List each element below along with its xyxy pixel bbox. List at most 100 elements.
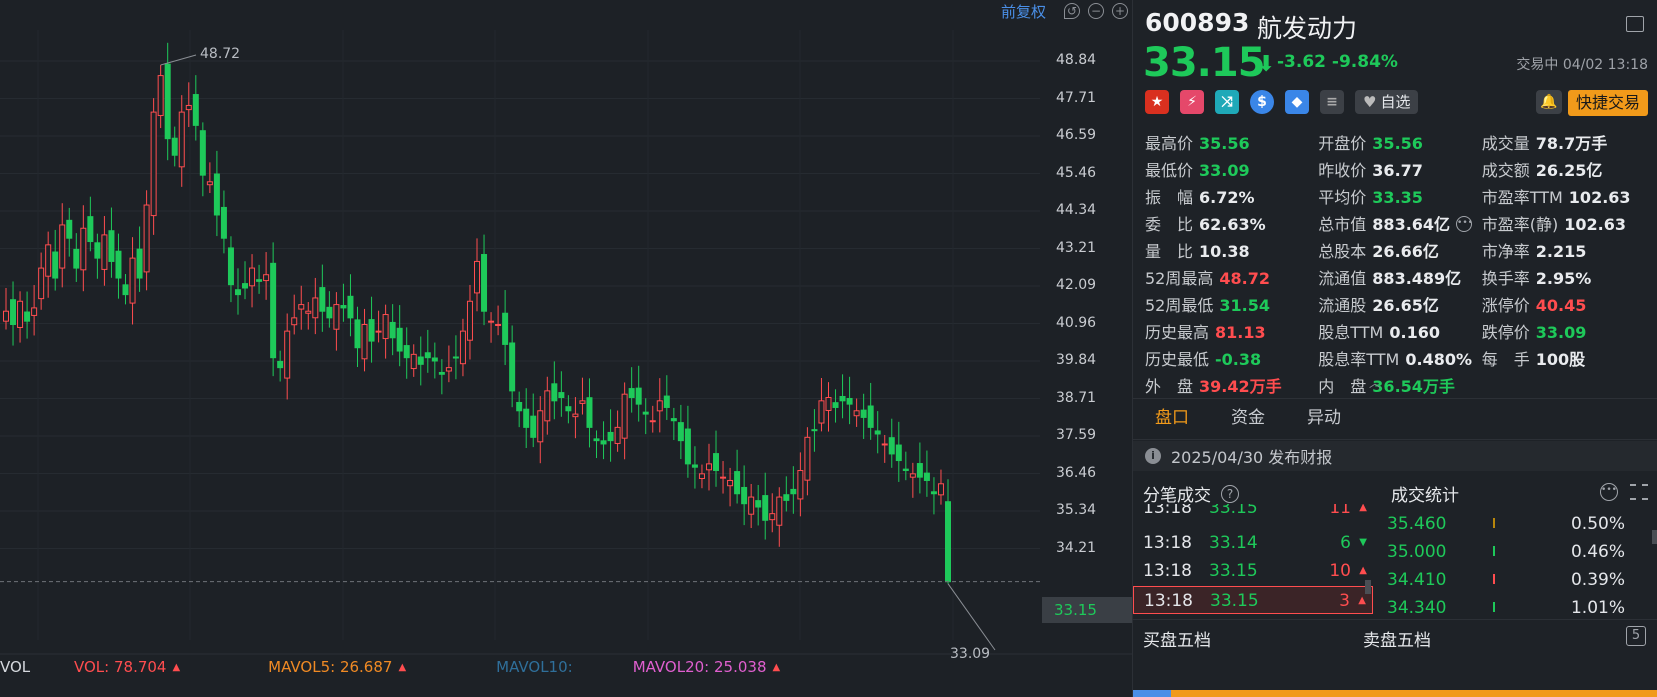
tab-funds[interactable]: 资金 <box>1209 399 1285 439</box>
stat-cell: 股息TTM 0.160 <box>1318 319 1481 346</box>
volume-stat-row[interactable]: 35.460 0.50% <box>1383 510 1653 538</box>
candle-body <box>572 413 579 418</box>
zoom-out-icon[interactable]: − <box>1088 3 1104 19</box>
tick-row[interactable]: 13:18 33.14 6 ▼ <box>1133 529 1373 557</box>
candle-body <box>558 392 565 399</box>
zoom-in-icon[interactable]: + <box>1112 3 1128 19</box>
list-icon[interactable] <box>1630 484 1648 500</box>
tick-volume: 3 <box>1339 591 1350 611</box>
help-icon[interactable]: ? <box>1221 484 1239 503</box>
vstat-price: 35.460 <box>1387 514 1447 534</box>
stat-cell: 委 比 62.63% <box>1145 211 1318 238</box>
stat-cell: 市盈率(静) 102.63 <box>1482 211 1655 238</box>
tick-row[interactable]: 13:18 33.15 3 ▲ <box>1133 586 1373 614</box>
candle-body <box>94 242 101 259</box>
volume-stat-row[interactable]: 34.340 1.01% <box>1383 594 1653 616</box>
tick-price: 33.15 <box>1210 591 1259 611</box>
candle-body <box>846 397 853 405</box>
volume-stat-row[interactable]: 34.410 0.39% <box>1383 566 1653 594</box>
stat-label: 外 盘 <box>1145 377 1194 396</box>
vol-prefix[interactable]: VOL <box>0 658 40 676</box>
connect-icon[interactable]: ⤨ <box>1215 90 1239 114</box>
candle-body <box>621 393 628 439</box>
stat-cell: 换手率 2.95% <box>1482 265 1655 292</box>
candle-body <box>607 431 614 442</box>
watchlist-label: 自选 <box>1380 93 1411 111</box>
candle-body <box>73 248 80 269</box>
mavol20-value: MAVOL20: 25.038 <box>632 658 767 676</box>
buy-five-tab[interactable]: 买盘五档 <box>1143 626 1211 651</box>
earnings-notice[interactable]: i 2025/04/30 发布财报 <box>1133 441 1657 471</box>
ticks-scrollbar[interactable] <box>1365 580 1371 594</box>
more-icon[interactable]: ••• <box>1600 483 1618 501</box>
margin-trading-icon[interactable]: ⚡ <box>1180 90 1204 114</box>
candle-body <box>663 395 670 408</box>
stats-row: 历史最低 -0.38 股息率TTM 0.480% 每 手 100股 <box>1145 346 1655 373</box>
collapse-chevron-icon[interactable]: ︿ <box>1369 374 1381 391</box>
candle-body <box>291 317 298 326</box>
tag-icon[interactable]: ◆ <box>1285 90 1309 114</box>
stat-cell: 市盈率TTM 102.63 <box>1482 184 1655 211</box>
undo-icon[interactable]: ↺ <box>1064 3 1080 19</box>
stats-row: 振 幅 6.72% 平均价 33.35 市盈率TTM 102.63 <box>1145 184 1655 211</box>
candle-body <box>945 501 951 583</box>
feature-icons: ★ ⚡ ⤨ $ ◆ ≡ ♥ 自选 <box>1145 90 1419 114</box>
note-icon[interactable]: ≡ <box>1320 90 1344 114</box>
add-watchlist-button[interactable]: ♥ 自选 <box>1355 90 1419 114</box>
candle-body <box>586 397 593 428</box>
order-book-tabs: 买盘五档 卖盘五档 5 <box>1133 619 1657 656</box>
price-change: -3.62 -9.84% <box>1277 52 1398 72</box>
volume-stat-row[interactable]: 35.000 0.46% <box>1383 538 1653 566</box>
stat-cell: 历史最高 81.13 <box>1145 319 1318 346</box>
quick-trade-button[interactable]: 快捷交易 <box>1567 90 1648 116</box>
down-arrow-icon: ▼ <box>1359 537 1367 548</box>
volume-stats-list[interactable]: 35.460 0.50% 35.000 0.46% 34.410 0.39% 34.340 1… <box>1383 510 1653 616</box>
chart-toolbar: 前复权 ↺ − + <box>1001 0 1132 22</box>
candle-body <box>277 360 284 369</box>
candle-body <box>115 250 122 279</box>
tab-movements[interactable]: 异动 <box>1285 399 1361 439</box>
restore-rights-toggle[interactable]: 前复权 <box>1001 1 1046 22</box>
ticks-list[interactable]: 13:18 33.15 11 ▲ 13:18 33.14 6 ▼ 13:18 33.15 10 ▲ 13… <box>1133 504 1373 616</box>
tick-row[interactable]: 13:18 33.15 10 ▲ <box>1133 557 1373 585</box>
tab-pankou[interactable]: 盘口 <box>1133 399 1209 439</box>
candle-body <box>825 397 832 411</box>
candle-body <box>410 353 417 370</box>
stat-label: 涨停价 <box>1481 296 1530 315</box>
market-cap-more-icon[interactable]: ••• <box>1456 216 1473 232</box>
stat-value: 48.72 <box>1219 269 1270 288</box>
candle-body <box>10 299 17 325</box>
volume-stats-scrollbar[interactable] <box>1652 530 1657 544</box>
vstat-percent: 0.50% <box>1570 514 1625 534</box>
candle-body <box>741 486 748 505</box>
candle-body <box>347 295 354 319</box>
sell-five-tab[interactable]: 卖盘五档 <box>1363 626 1431 651</box>
candle-body <box>403 345 410 359</box>
candle-body <box>677 422 684 442</box>
stat-label: 振 幅 <box>1145 188 1194 207</box>
tick-time: 13:18 <box>1143 533 1192 553</box>
panel-menu-icon[interactable] <box>1626 16 1644 32</box>
alert-bell-icon[interactable]: 🔔 <box>1536 90 1562 114</box>
candlestick-chart[interactable] <box>0 0 1132 697</box>
candle-body <box>783 494 790 501</box>
candle-body <box>642 411 649 415</box>
stat-label: 总股本 <box>1318 242 1367 261</box>
volume-stats-tools: ••• <box>1600 483 1648 501</box>
tick-row[interactable]: 13:18 33.15 11 ▲ <box>1133 504 1373 522</box>
candle-body <box>748 496 755 515</box>
candle-body <box>87 216 94 243</box>
candle-body <box>523 408 530 428</box>
vstat-bar <box>1493 574 1495 584</box>
stats-row: 最低价 33.09 昨收价 36.77 成交额 26.25亿 <box>1145 157 1655 184</box>
dividend-icon[interactable]: $ <box>1250 90 1274 114</box>
candle-body <box>354 319 361 349</box>
heart-icon: ♥ <box>1363 93 1377 111</box>
stats-row: 委 比 62.63% 总市值 883.64亿 ••• 市盈率(静) 102.63 <box>1145 211 1655 238</box>
kline-chart-area[interactable]: 前复权 ↺ − + 48.84 47.71 46.59 45.46 44.34 43.21… <box>0 0 1132 697</box>
candle-body <box>312 297 319 319</box>
mavol5-up-icon: ▲ <box>398 661 407 673</box>
five-level-icon[interactable]: 5 <box>1626 626 1646 646</box>
stat-label: 内 盘 <box>1318 377 1367 396</box>
china-flag-icon[interactable]: ★ <box>1145 90 1169 114</box>
